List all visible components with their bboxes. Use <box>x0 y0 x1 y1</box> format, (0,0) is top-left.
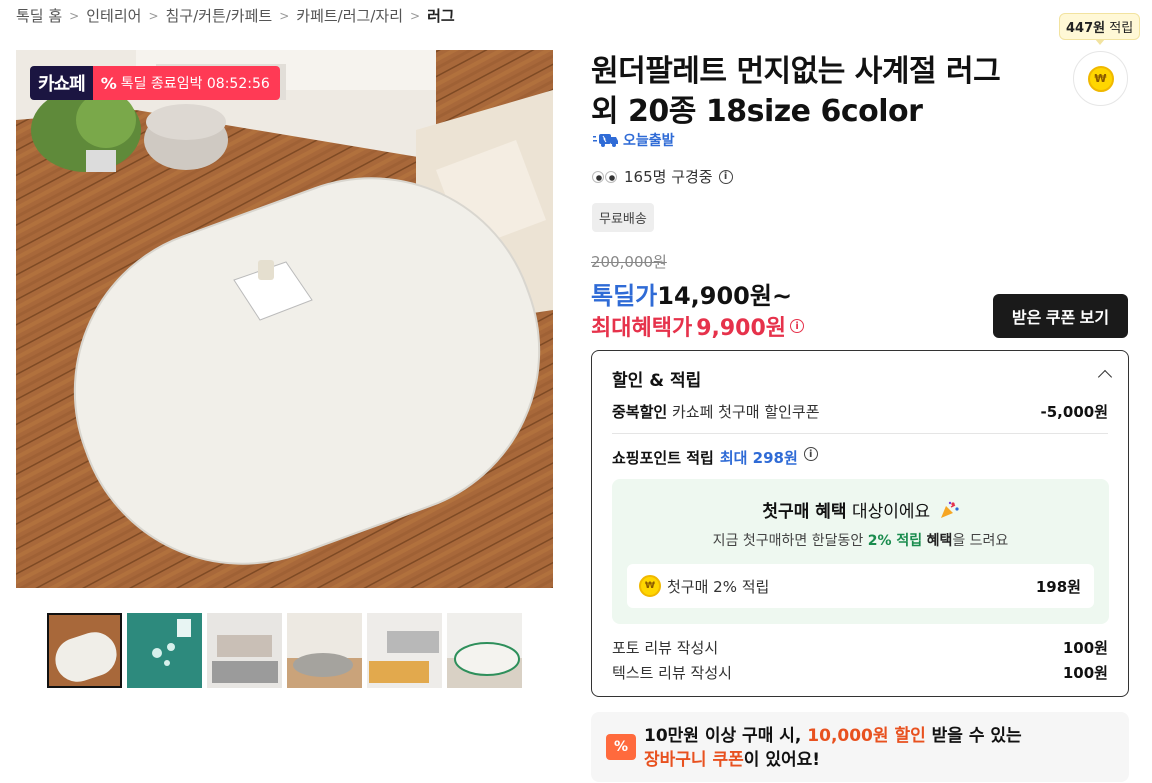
cart-coupon-banner[interactable]: % 10만원 이상 구매 시, 10,000원 할인 받을 수 있는 장바구니 … <box>591 712 1129 782</box>
product-title: 원더팔레트 먼지없는 사계절 러그 외 20종 18size 6color <box>591 54 1001 129</box>
first-purchase-sub-post: 을 드려요 <box>952 533 1009 549</box>
breadcrumb-item-interior[interactable]: 인테리어 <box>86 5 141 26</box>
points-suffix: 적립 <box>1109 21 1134 36</box>
breadcrumb-item-bedding[interactable]: 침구/커튼/카페트 <box>166 5 273 26</box>
product-main-image[interactable]: 카쇼페 % 톡딜 종료임박 08:52:56 <box>16 50 553 588</box>
deal-ending-badge: % 톡딜 종료임박 08:52:56 <box>92 66 280 100</box>
eyes-icon <box>592 170 617 183</box>
text-review-label: 텍스트 리뷰 작성시 <box>612 664 732 682</box>
duplicate-discount-amount: -5,000원 <box>1040 403 1108 421</box>
first-purchase-subtitle: 지금 첫구매하면 한달동안 2% 적립 혜택을 드려요 <box>612 530 1109 550</box>
deal-price-label: 톡딜가 <box>591 282 658 310</box>
party-popper-icon <box>940 501 959 518</box>
thumbnail-5[interactable] <box>367 613 442 688</box>
photo-review-amount: 100원 <box>1062 639 1108 657</box>
photo-review-row: 포토 리뷰 작성시 100원 <box>612 637 1108 658</box>
cart-line1-pre: 10만원 이상 구매 시, <box>644 726 802 746</box>
thumbnail-strip <box>47 613 522 688</box>
rug-room-illustration <box>16 50 553 588</box>
today-delivery: 오늘출발 <box>593 130 675 150</box>
cart-line1-post: 받을 수 있는 <box>931 726 1022 746</box>
delivery-truck-icon <box>593 134 618 147</box>
discount-points-panel: 할인 & 적립 중복할인 카쇼페 첫구매 할인쿠폰 -5,000원 쇼핑포인트 … <box>591 350 1129 697</box>
info-icon[interactable]: i <box>718 169 733 184</box>
first-purchase-title-rest: 대상이에요 <box>851 502 931 522</box>
cart-line2-post: 이 있어요! <box>743 750 820 770</box>
first-purchase-sub-pre: 지금 첫구매하면 한달동안 <box>712 533 864 549</box>
breadcrumb-separator-icon: > <box>148 8 159 23</box>
first-purchase-sub-pct: 2% 적립 <box>867 533 923 549</box>
percent-icon: % <box>100 73 117 93</box>
shopping-points-row: 쇼핑포인트 적립 최대 298원 i <box>612 447 1108 468</box>
first-purchase-sub-bold: 혜택 <box>926 533 953 549</box>
breadcrumb-separator-icon: > <box>69 8 80 23</box>
cart-coupon-text: 10만원 이상 구매 시, 10,000원 할인 받을 수 있는 장바구니 쿠폰… <box>644 724 1114 772</box>
original-price: 200,000원 <box>591 253 667 271</box>
points-coin-button[interactable]: ₩ <box>1073 51 1128 106</box>
thumbnail-1[interactable] <box>47 613 122 688</box>
deal-price-line: 톡딜가14,900원~ <box>591 276 792 311</box>
chevron-up-icon[interactable] <box>1097 369 1113 385</box>
cart-line1-highlight: 10,000원 할인 <box>807 726 926 746</box>
coin-icon: ₩ <box>1087 65 1114 92</box>
breadcrumb-item-rug: 러그 <box>427 7 455 25</box>
shopping-points-max: 최대 298원 <box>719 449 798 467</box>
breadcrumb-item-carpet[interactable]: 카페트/러그/자리 <box>296 5 403 26</box>
shopping-points-label: 쇼핑포인트 적립 <box>612 449 714 467</box>
thumbnail-3[interactable] <box>207 613 282 688</box>
max-benefit-line: 최대혜택가 9,900원 i <box>591 310 805 342</box>
points-amount: 447원 <box>1066 21 1106 36</box>
cart-line2-highlight: 장바구니 쿠폰 <box>644 750 744 770</box>
text-review-amount: 100원 <box>1062 664 1108 682</box>
max-benefit-price: 9,900원 <box>696 316 787 341</box>
duplicate-discount-row: 중복할인 카쇼페 첫구매 할인쿠폰 -5,000원 <box>612 401 1108 422</box>
duplicate-discount-label: 중복할인 <box>612 403 668 421</box>
coin-icon: ₩ <box>639 575 661 597</box>
breadcrumb-item-home[interactable]: 톡딜 홈 <box>16 5 62 26</box>
max-benefit-info-icon[interactable]: i <box>790 319 805 333</box>
kashope-logo: 카쇼페 <box>30 66 93 100</box>
viewers-count: 165명 구경중 i <box>592 166 733 187</box>
first-purchase-row-amount: 198원 <box>1035 577 1081 596</box>
first-purchase-box: 첫구매 혜택 대상이에요 지금 첫구매하면 한달동안 2% 적립 혜택을 드려요… <box>612 479 1109 624</box>
thumbnail-6[interactable] <box>447 613 522 688</box>
first-purchase-points-row: ₩ 첫구매 2% 적립 198원 <box>627 564 1094 608</box>
shopping-points-info-icon[interactable]: i <box>803 447 818 461</box>
coupon-percent-icon: % <box>606 734 636 760</box>
first-purchase-title-bold: 첫구매 혜택 <box>762 502 847 522</box>
thumbnail-4[interactable] <box>287 613 362 688</box>
duplicate-discount-desc: 카쇼페 첫구매 할인쿠폰 <box>671 403 820 421</box>
breadcrumb-separator-icon: > <box>279 8 290 23</box>
breadcrumb: 톡딜 홈 > 인테리어 > 침구/커튼/카페트 > 카페트/러그/자리 > 러그 <box>16 5 455 26</box>
deal-price: 14,900원~ <box>657 282 793 310</box>
max-benefit-label: 최대혜택가 <box>591 316 693 341</box>
points-tooltip: 447원 적립 <box>1059 13 1141 45</box>
deal-countdown-text: 톡딜 종료임박 08:52:56 <box>120 76 270 92</box>
photo-review-label: 포토 리뷰 작성시 <box>612 639 719 657</box>
deal-badge: 카쇼페 % 톡딜 종료임박 08:52:56 <box>30 66 280 100</box>
panel-divider <box>612 433 1108 434</box>
text-review-row: 텍스트 리뷰 작성시 100원 <box>612 662 1108 683</box>
first-purchase-title: 첫구매 혜택 대상이에요 <box>612 497 1109 522</box>
view-coupons-button[interactable]: 받은 쿠폰 보기 <box>993 294 1128 338</box>
free-shipping-chip: 무료배송 <box>592 203 654 232</box>
viewers-text: 165명 구경중 <box>624 168 713 186</box>
delivery-label: 오늘출발 <box>623 133 675 149</box>
thumbnail-2[interactable] <box>127 613 202 688</box>
panel-header: 할인 & 적립 <box>612 371 702 391</box>
breadcrumb-separator-icon: > <box>410 8 421 23</box>
first-purchase-row-label: 첫구매 2% 적립 <box>667 577 770 596</box>
